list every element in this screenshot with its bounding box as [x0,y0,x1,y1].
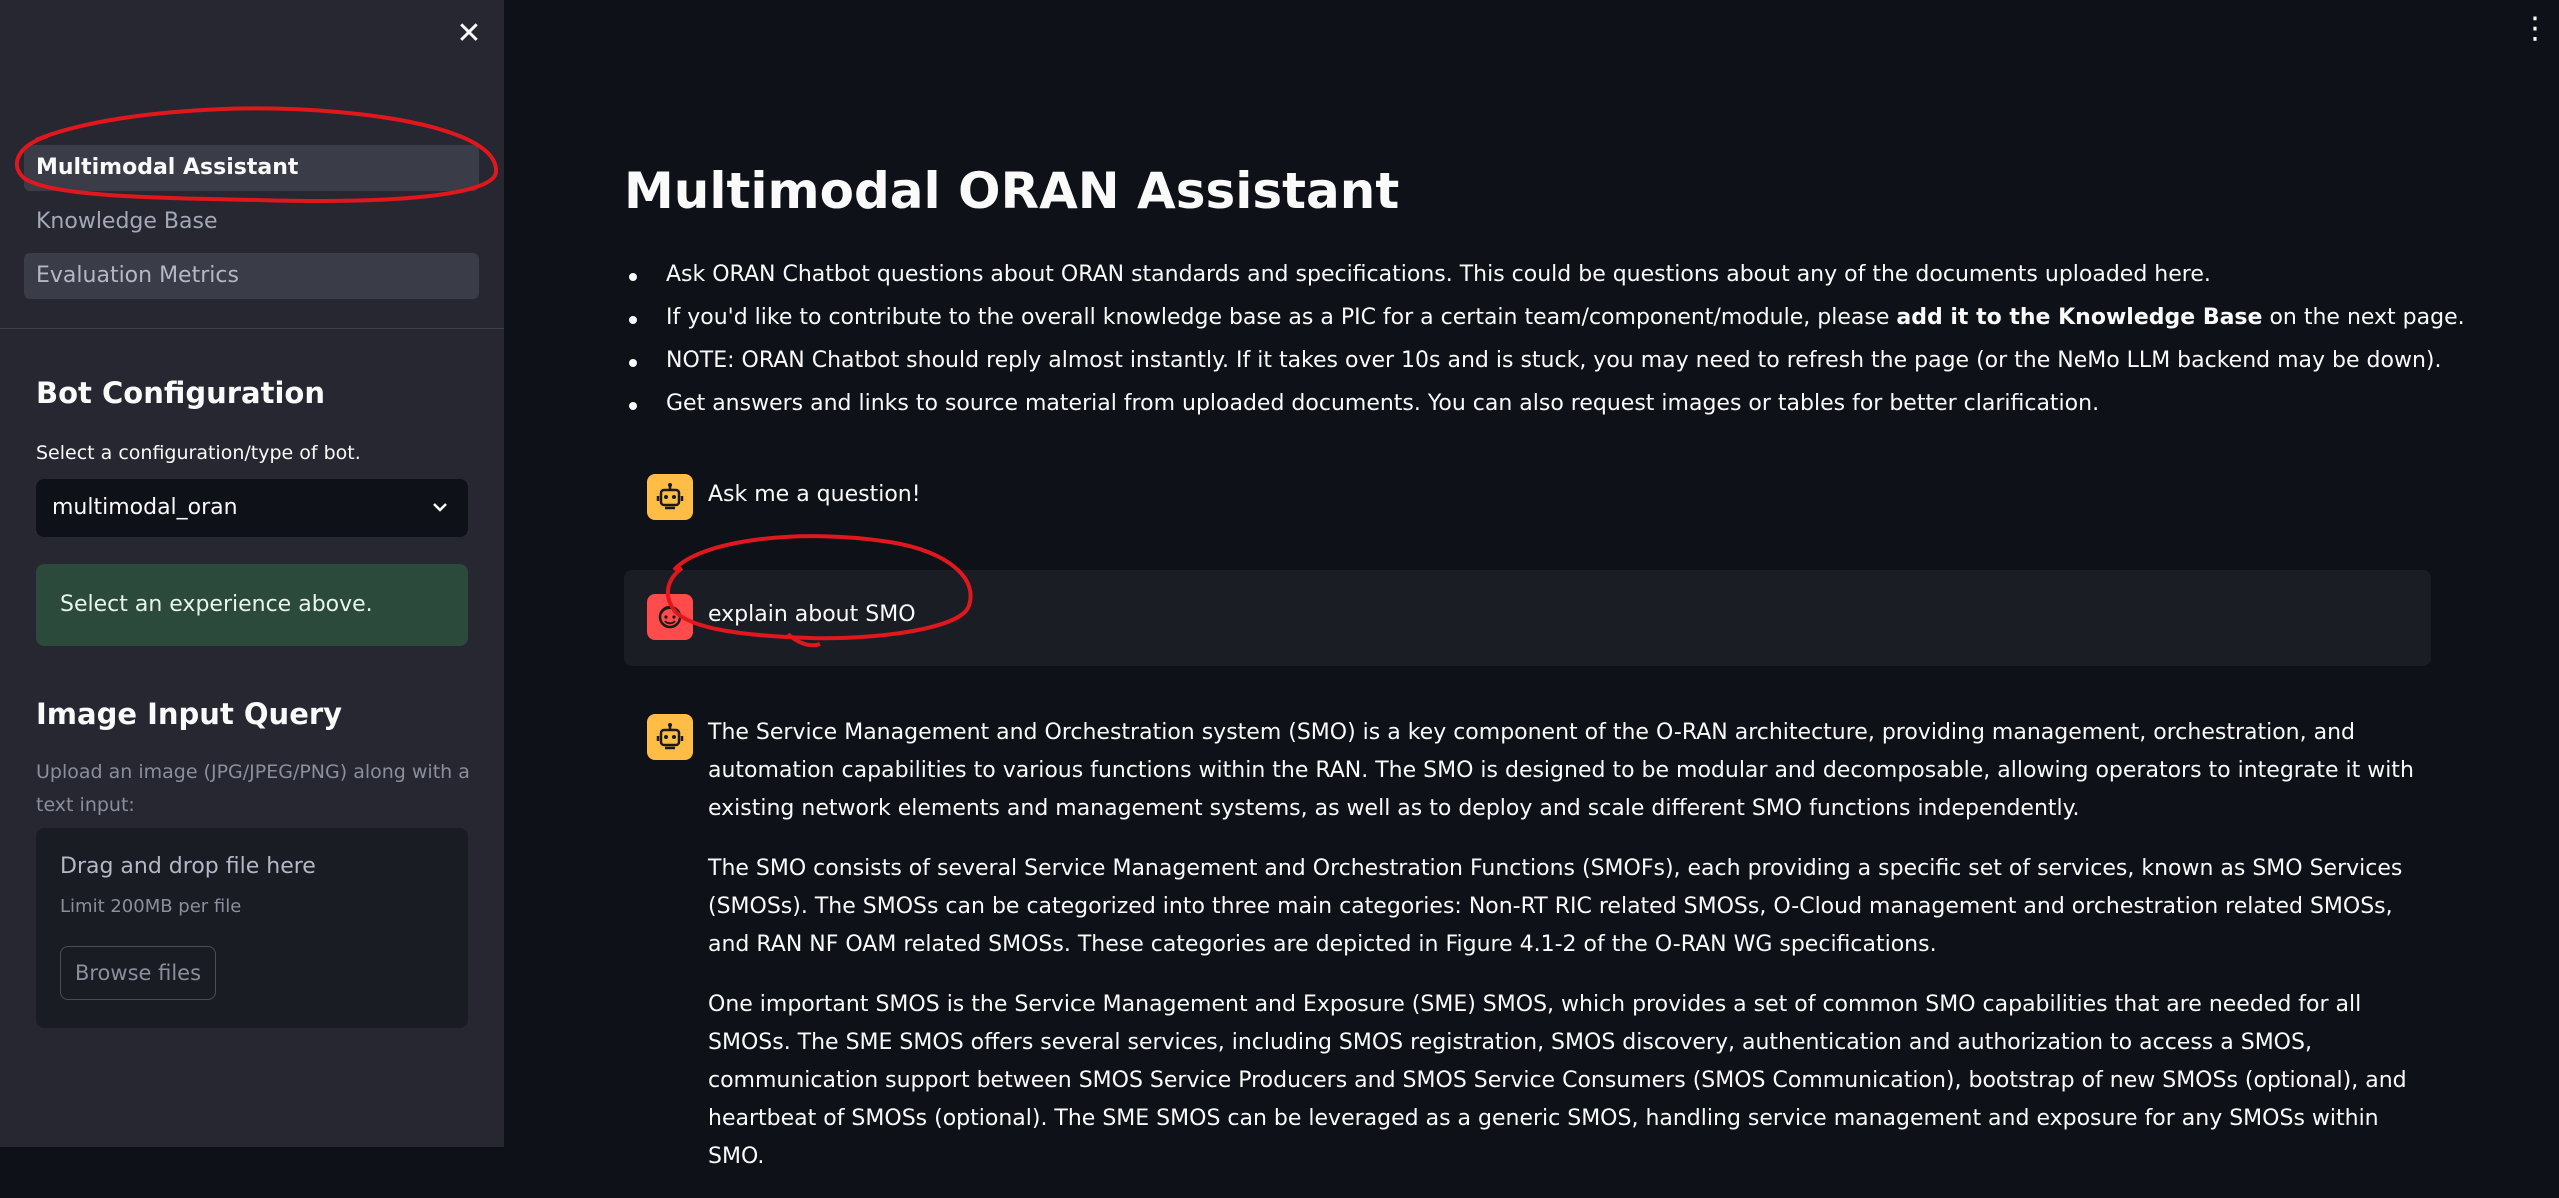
sidebar-item-multimodal-assistant[interactable]: Multimodal Assistant [24,145,479,191]
page-title: Multimodal ORAN Assistant [624,162,1400,220]
browse-files-button[interactable]: Browse files [60,946,216,1000]
bot-config-selected-value: multimodal_oran [52,495,238,520]
dropzone-text: Drag and drop file here [60,854,316,879]
sidebar-divider [0,328,504,329]
user-face-icon [647,594,693,640]
bullet-item: If you'd like to contribute to the overa… [624,301,2465,344]
image-query-help: Upload an image (JPG/JPEG/PNG) along wit… [36,761,470,816]
bot-config-label: Select a configuration/type of bot. [36,442,361,464]
bullet-item: NOTE: ORAN Chatbot should reply almost i… [624,344,2465,387]
dropzone-limit: Limit 200MB per file [60,896,242,917]
chevron-down-icon [430,479,450,560]
bullet-item: Get answers and links to source material… [624,387,2465,430]
kebab-menu-icon[interactable]: ⋮ [2520,14,2550,50]
bot-config-heading: Bot Configuration [36,376,325,410]
robot-icon [647,714,693,760]
bullet-text: If you'd like to contribute to the overa… [666,305,1897,330]
bullet-bold-text: add it to the Knowledge Base [1896,305,2263,330]
sidebar-item-evaluation-metrics[interactable]: Evaluation Metrics [24,253,479,299]
image-query-heading: Image Input Query [36,697,343,731]
response-paragraph: One important SMOS is the Service Manage… [708,992,2407,1169]
assistant-response: The Service Management and Orchestration… [708,714,2430,1198]
response-paragraph: The Service Management and Orchestration… [708,720,2414,821]
bullet-text: on the next page. [2262,305,2465,330]
sidebar-nav: Multimodal Assistant Knowledge Base Eval… [24,145,479,307]
sidebar: ✕ Multimodal Assistant Knowledge Base Ev… [0,0,504,1147]
bullet-item: Ask ORAN Chatbot questions about ORAN st… [624,258,2465,301]
file-uploader-dropzone[interactable]: Drag and drop file here Limit 200MB per … [36,828,468,1028]
sidebar-item-knowledge-base[interactable]: Knowledge Base [24,199,479,245]
info-alert: Select an experience above. [36,564,468,646]
intro-bullet-list: Ask ORAN Chatbot questions about ORAN st… [624,258,2465,430]
close-icon[interactable]: ✕ [455,19,483,49]
response-paragraph: The SMO consists of several Service Mana… [708,856,2403,957]
bot-config-select[interactable]: multimodal_oran [36,479,468,537]
robot-icon [647,474,693,520]
user-question: explain about SMO [708,602,916,627]
assistant-greeting: Ask me a question! [708,482,921,507]
